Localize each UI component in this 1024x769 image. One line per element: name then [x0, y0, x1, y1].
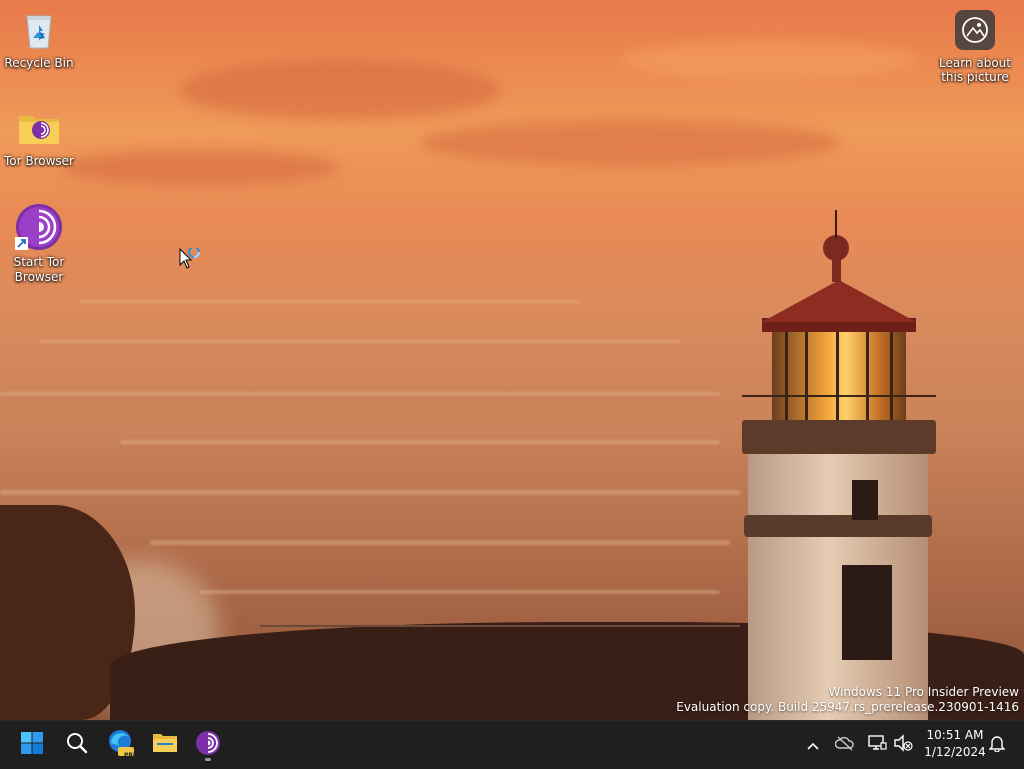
network-button[interactable]	[866, 721, 888, 769]
notifications-button[interactable]	[986, 721, 1008, 769]
clock-date: 1/12/2024	[924, 745, 986, 759]
lighthouse-lantern	[772, 330, 906, 422]
file-explorer-icon	[152, 731, 178, 759]
desktop-icon-label: Start Tor Browser	[13, 255, 65, 284]
lighthouse-spire	[835, 210, 837, 238]
tor-browser-icon	[195, 730, 221, 760]
camera-info-icon	[955, 10, 995, 50]
start-button[interactable]	[14, 727, 50, 763]
desktop-icon-label: Tor Browser	[3, 154, 74, 168]
volume-muted-icon	[893, 734, 913, 756]
taskbar-edge-preview[interactable]: PRE	[103, 727, 139, 763]
lighthouse-lantern-bar	[866, 330, 869, 422]
wallpaper-wave	[120, 440, 720, 444]
lighthouse-neck	[832, 258, 841, 282]
wallpaper-wave	[200, 590, 720, 594]
recycle-bin-icon	[17, 8, 61, 52]
wallpaper-wave	[80, 300, 580, 303]
taskbar: PRE 10:51 AM 1/12/2024	[0, 720, 1024, 769]
show-hidden-icons-button[interactable]	[802, 721, 824, 769]
lighthouse-lantern-bar	[785, 330, 788, 422]
lighthouse-tower	[748, 450, 928, 720]
evaluation-watermark: Windows 11 Pro Insider Preview Evaluatio…	[676, 685, 1019, 715]
windows-start-icon	[20, 731, 44, 759]
learn-about-picture-label: Learn about this picture	[939, 56, 1011, 84]
taskbar-tor-browser[interactable]	[190, 727, 226, 763]
wallpaper-cloud	[180, 60, 500, 120]
chevron-up-icon	[806, 736, 820, 755]
taskbar-file-explorer[interactable]	[147, 727, 183, 763]
desktop-icon-recycle-bin[interactable]: Recycle Bin	[0, 8, 78, 71]
lighthouse-band	[744, 515, 932, 537]
volume-button[interactable]	[892, 721, 914, 769]
lighthouse-gallery	[742, 420, 936, 454]
search-icon	[65, 731, 89, 759]
onedrive-button[interactable]	[834, 721, 856, 769]
wallpaper-wave	[0, 392, 720, 395]
edge-pre-badge: PRE	[124, 752, 138, 759]
wallpaper-wave	[0, 490, 740, 495]
network-ethernet-icon	[867, 734, 887, 756]
learn-about-picture[interactable]: Learn about this picture	[935, 10, 1015, 84]
desktop-icon-label: Recycle Bin	[4, 56, 74, 70]
lighthouse-lantern-bar	[890, 330, 893, 422]
desktop-icon-tor-browser-folder[interactable]: Tor Browser	[0, 106, 78, 169]
wallpaper-fence	[260, 625, 740, 627]
cloud-offline-icon	[834, 735, 855, 755]
clock-button[interactable]: 10:51 AM 1/12/2024	[920, 727, 990, 761]
mouse-cursor-busy-icon	[179, 246, 205, 276]
wallpaper-wave	[40, 340, 680, 343]
lighthouse-window	[842, 565, 892, 660]
lighthouse-ball	[823, 235, 849, 261]
bell-icon	[988, 734, 1006, 756]
desktop-icon-start-tor-browser[interactable]: Start Tor Browser	[0, 203, 78, 285]
lighthouse-lantern-bar	[836, 330, 839, 422]
folder-icon	[17, 106, 61, 150]
lighthouse-window	[852, 480, 878, 520]
watermark-line-2: Evaluation copy. Build 25947.rs_prerelea…	[676, 700, 1019, 714]
lighthouse-roof	[762, 280, 916, 322]
wallpaper-cloud	[60, 150, 340, 185]
wallpaper-cloud	[620, 40, 920, 80]
lighthouse-railing	[742, 395, 936, 397]
tor-browser-icon	[15, 203, 63, 251]
desktop-wallpaper[interactable]: Recycle Bin Tor Browser Start Tor Browse…	[0, 0, 1024, 720]
watermark-line-1: Windows 11 Pro Insider Preview	[828, 685, 1019, 699]
running-indicator	[205, 758, 211, 761]
wallpaper-cloud	[420, 120, 840, 165]
lighthouse-lantern-bar	[805, 330, 808, 422]
wallpaper-wave	[150, 540, 730, 545]
search-button[interactable]	[59, 727, 95, 763]
clock-time: 10:51 AM	[926, 728, 984, 742]
